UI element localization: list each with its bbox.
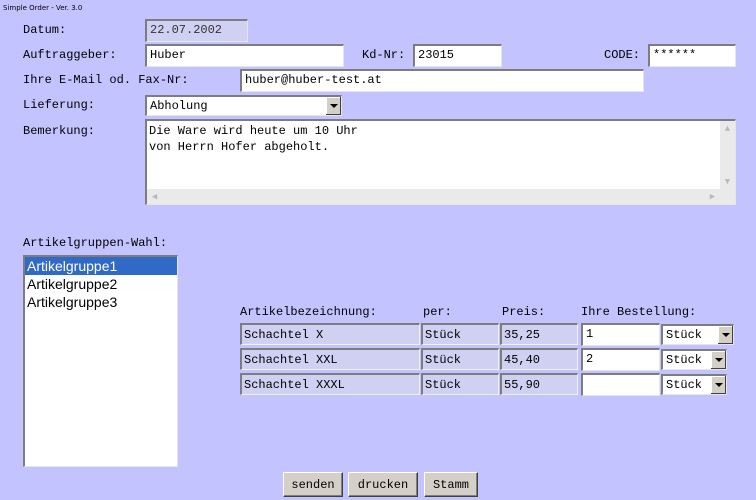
unit-value: Stück <box>666 378 703 392</box>
unit-select[interactable]: Stück <box>661 374 727 395</box>
header-price: Preis: <box>502 305 546 319</box>
list-item[interactable]: Artikelgruppe1 <box>25 257 177 275</box>
date-label: Datum: <box>23 23 67 37</box>
customer-no-label: Kd-Nr: <box>362 48 406 62</box>
date-field: 22.07.2002 <box>145 19 248 42</box>
code-label: CODE: <box>604 48 641 62</box>
article-name-cell: Schachtel XXL <box>240 348 420 370</box>
chevron-down-icon[interactable] <box>325 97 341 115</box>
chevron-down-icon[interactable] <box>717 326 733 344</box>
article-name-cell: Schachtel XXXL <box>240 373 420 395</box>
code-field[interactable]: ****** <box>648 44 736 67</box>
unit-value: Stück <box>666 328 703 342</box>
groups-label: Artikelgruppen-Wahl: <box>23 236 168 250</box>
client-label: Auftraggeber: <box>23 48 117 62</box>
article-name-cell: Schachtel X <box>240 323 420 345</box>
horizontal-scrollbar[interactable]: ◀ ▶ <box>147 189 720 204</box>
delivery-value: Abholung <box>150 99 208 113</box>
delivery-label: Lieferung: <box>23 98 96 112</box>
scroll-corner <box>720 189 735 204</box>
per-cell: Stück <box>421 348 499 370</box>
unit-select[interactable]: Stück <box>661 324 734 345</box>
window-title: Simple Order - Ver. 3.0 <box>3 4 83 12</box>
quantity-field[interactable]: 1 <box>581 323 660 346</box>
email-label: Ihre E-Mail od. Fax-Nr: <box>23 73 189 87</box>
price-cell: 55,90 <box>500 373 578 395</box>
scroll-down-icon[interactable]: ▼ <box>720 174 735 189</box>
per-cell: Stück <box>421 373 499 395</box>
unit-value: Stück <box>666 353 703 367</box>
send-button[interactable]: senden <box>283 472 343 497</box>
remark-label: Bemerkung: <box>23 124 96 138</box>
chevron-down-icon[interactable] <box>710 376 726 394</box>
remark-textarea[interactable]: Die Ware wird heute um 10 Uhr von Herrn … <box>145 119 736 205</box>
scroll-right-icon[interactable]: ▶ <box>705 189 720 204</box>
customer-no-field[interactable]: 23015 <box>413 44 502 67</box>
list-item[interactable]: Artikelgruppe2 <box>25 275 177 293</box>
price-cell: 35,25 <box>500 323 578 345</box>
list-item[interactable]: Artikelgruppe3 <box>25 293 177 311</box>
client-field[interactable]: Huber <box>145 44 344 67</box>
header-order: Ihre Bestellung: <box>581 305 697 319</box>
remark-text: Die Ware wird heute um 10 Uhr von Herrn … <box>149 124 358 154</box>
quantity-field[interactable]: 2 <box>581 348 660 371</box>
scroll-up-icon[interactable]: ▲ <box>720 121 735 136</box>
master-button[interactable]: Stamm <box>424 472 478 497</box>
group-listbox[interactable]: Artikelgruppe1 Artikelgruppe2 Artikelgru… <box>23 255 178 467</box>
scroll-left-icon[interactable]: ◀ <box>147 189 162 204</box>
vertical-scrollbar[interactable]: ▲ ▼ <box>720 121 735 189</box>
print-button[interactable]: drucken <box>348 472 418 497</box>
header-article: Artikelbezeichnung: <box>240 305 377 319</box>
email-field[interactable]: huber@huber-test.at <box>240 69 644 92</box>
price-cell: 45,40 <box>500 348 578 370</box>
per-cell: Stück <box>421 323 499 345</box>
chevron-down-icon[interactable] <box>710 351 726 369</box>
unit-select[interactable]: Stück <box>661 349 727 370</box>
quantity-field[interactable] <box>581 373 660 396</box>
header-per: per: <box>423 305 452 319</box>
delivery-select[interactable]: Abholung <box>145 95 342 116</box>
